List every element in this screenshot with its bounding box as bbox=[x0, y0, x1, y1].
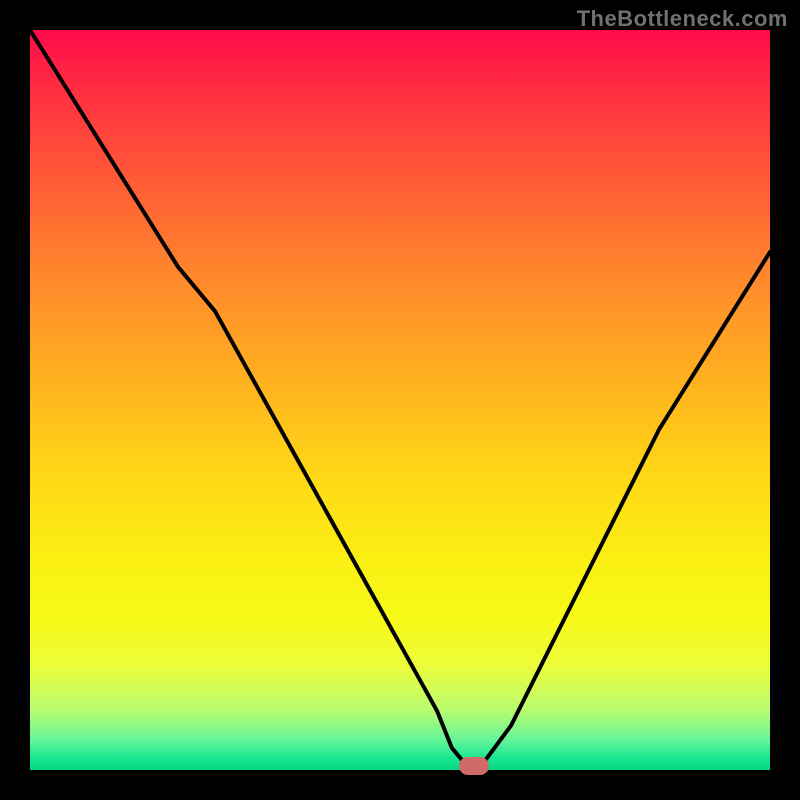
chart-container: TheBottleneck.com bbox=[0, 0, 800, 800]
optimal-marker bbox=[459, 757, 489, 775]
bottleneck-curve bbox=[30, 30, 770, 766]
watermark-text: TheBottleneck.com bbox=[577, 6, 788, 32]
curve-overlay bbox=[30, 30, 770, 770]
